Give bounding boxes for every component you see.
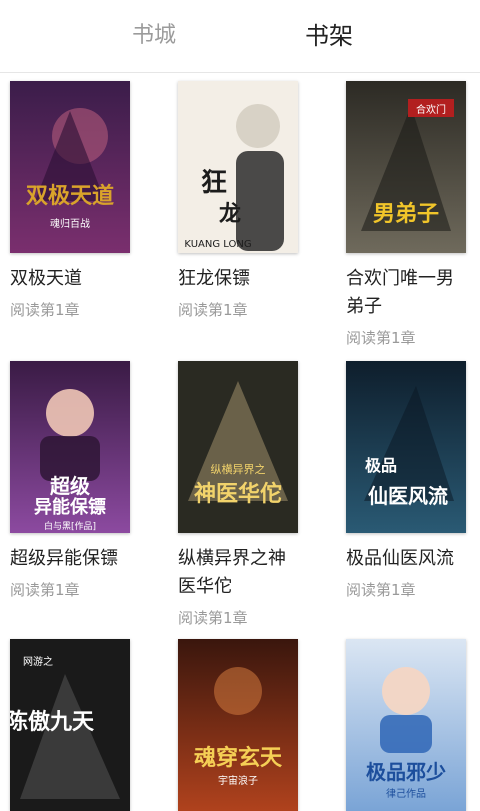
book-title: 超级异能保镖 — [10, 548, 118, 569]
book-progress: 阅读第1章 — [10, 581, 80, 599]
book-cover[interactable]: 纵横异界之 神医华佗 — [178, 361, 298, 533]
book-title: 极品仙医风流 — [346, 548, 454, 569]
tab-bookstore[interactable]: 书城 — [132, 20, 176, 52]
cover-title: 双极天道 — [26, 183, 114, 209]
cover-subtitle: 极品 — [365, 456, 397, 475]
cover-title: 极品邪少 — [366, 760, 446, 784]
cover-title: 超级 — [49, 474, 90, 498]
book-cover[interactable]: 狂 龙 KUANG LONG — [178, 81, 298, 253]
book-progress: 阅读第1章 — [178, 609, 248, 627]
cover-badge: 合欢门 — [416, 103, 446, 116]
cover-art: 纵横异界之 神医华佗 — [178, 361, 298, 533]
book-cover[interactable]: 极品 仙医风流 — [346, 361, 466, 533]
book-cover[interactable]: 魂穿玄天 宇宙浪子 — [178, 639, 298, 811]
tab-bar: 书城 书架 — [0, 0, 480, 73]
cover-subtitle: 纵横异界之 — [211, 462, 266, 476]
book-cover[interactable]: 双极天道 魂归百战 — [10, 81, 130, 253]
cover-subtitle: 网游之 — [23, 655, 53, 668]
book-cover[interactable]: 网游之 陈傲九天 — [10, 639, 130, 811]
cover-art: 极品 仙医风流 — [346, 361, 466, 533]
cover-title: 神医华佗 — [194, 481, 282, 507]
book-cover[interactable]: 极品邪少 律己作品 — [346, 639, 466, 811]
cover-art: 超级 异能保镖 白与黑[作品] — [10, 361, 130, 533]
book-progress: 阅读第1章 — [346, 581, 416, 599]
cover-art: 网游之 陈傲九天 — [10, 639, 130, 811]
book-cover[interactable]: 超级 异能保镖 白与黑[作品] — [10, 361, 130, 533]
tab-bookshelf[interactable]: 书架 — [305, 20, 353, 52]
cover-art: 极品邪少 律己作品 — [346, 639, 466, 811]
cover-subtitle: 白与黑[作品] — [44, 520, 96, 532]
cover-title: 陈傲九天 — [10, 709, 95, 735]
cover-subtitle: 宇宙浪子 — [218, 774, 258, 787]
cover-art: 合欢门 男弟子 — [346, 81, 466, 253]
cover-art: 双极天道 魂归百战 — [10, 81, 130, 253]
book-cover[interactable]: 合欢门 男弟子 — [346, 81, 466, 253]
cover-art: 狂 龙 KUANG LONG — [178, 81, 298, 253]
book-title: 双极天道 — [10, 268, 82, 289]
cover-subtitle: KUANG LONG — [184, 239, 251, 250]
cover-title: 魂穿玄天 — [194, 745, 283, 771]
cover-title-2: 龙 — [219, 202, 241, 227]
book-title: 合欢门唯一男弟子 — [346, 268, 454, 317]
cover-title-1: 狂 — [201, 168, 227, 198]
book-progress: 阅读第1章 — [178, 301, 248, 319]
book-progress: 阅读第1章 — [10, 301, 80, 319]
book-title: 狂龙保镖 — [178, 268, 250, 289]
cover-subtitle: 魂归百战 — [50, 217, 90, 230]
cover-art: 魂穿玄天 宇宙浪子 — [178, 639, 298, 811]
book-title: 纵横异界之神医华佗 — [178, 548, 286, 597]
cover-title: 仙医风流 — [368, 484, 448, 508]
book-progress: 阅读第1章 — [346, 329, 416, 347]
cover-title: 男弟子 — [373, 201, 439, 227]
cover-subtitle: 律己作品 — [386, 787, 426, 800]
cover-title-2: 异能保镖 — [34, 496, 106, 518]
